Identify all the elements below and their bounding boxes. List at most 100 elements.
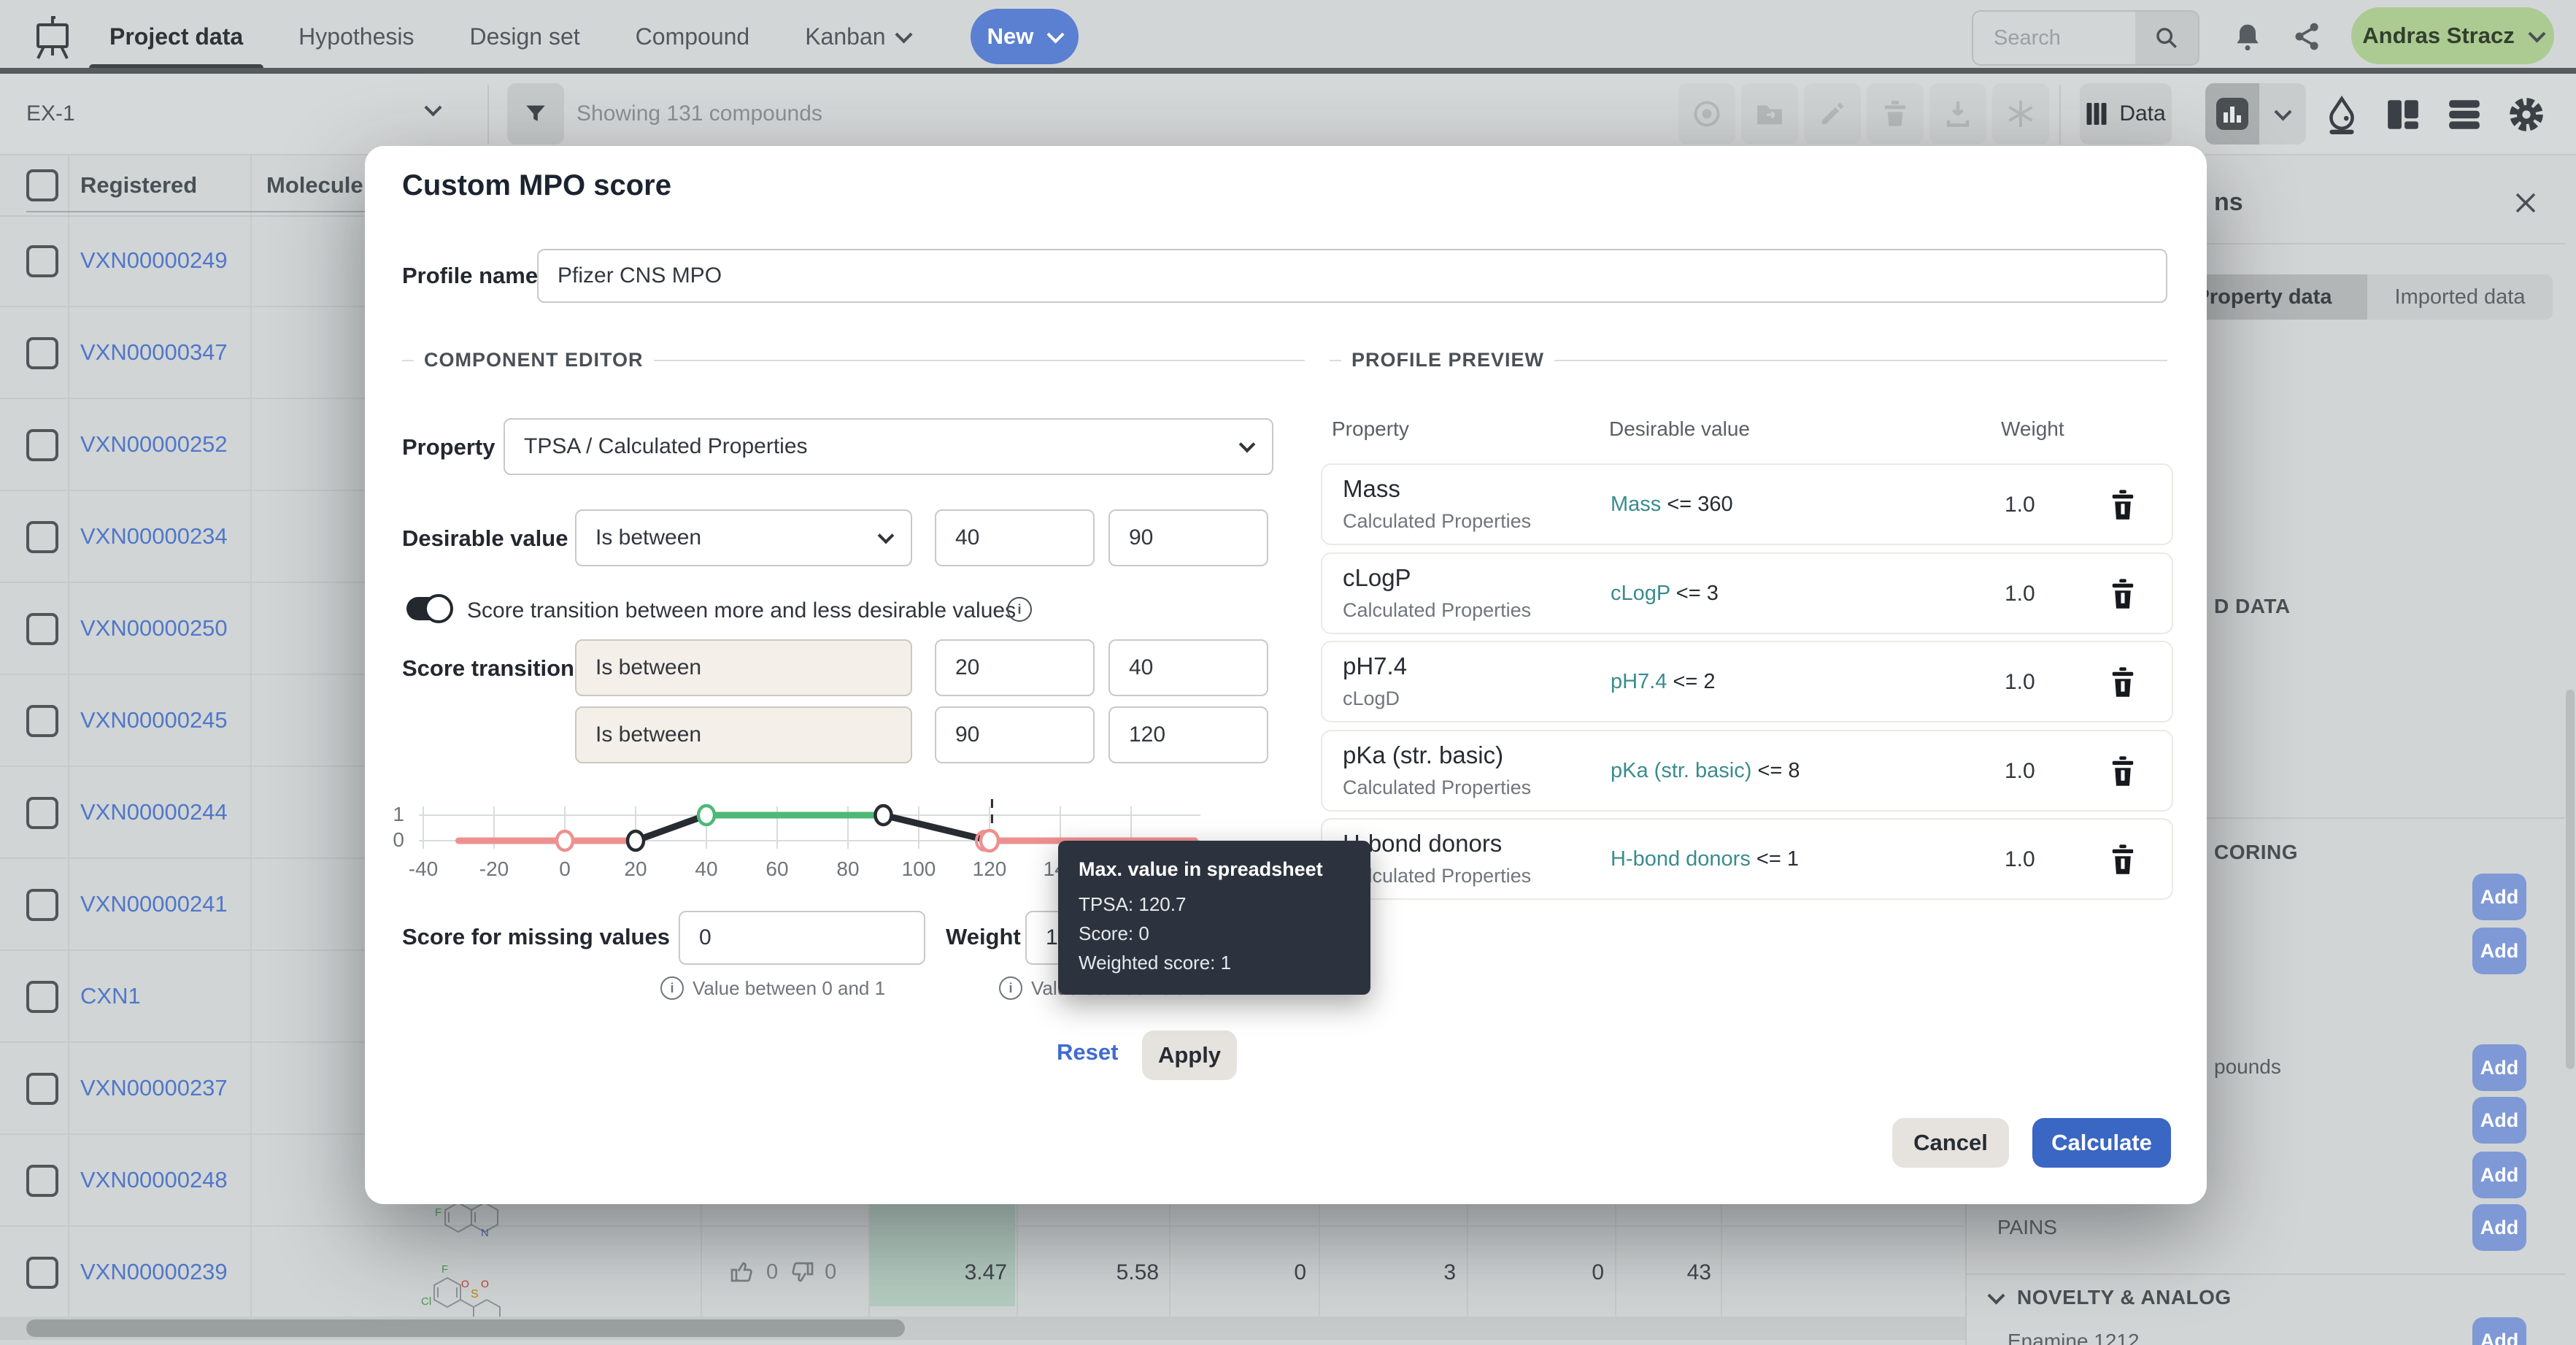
info-icon[interactable]: i: [1007, 597, 1032, 622]
compound-link[interactable]: CXN1: [80, 951, 141, 1041]
add-button[interactable]: Add: [2472, 874, 2526, 920]
move-folder-button[interactable]: [1741, 83, 1798, 144]
user-menu[interactable]: Andras Stracz: [2351, 7, 2554, 64]
horizontal-scrollbar-thumb[interactable]: [26, 1319, 905, 1337]
fill-color-icon[interactable]: [2324, 96, 2360, 135]
select-all-checkbox[interactable]: [26, 169, 58, 201]
chart-view-toggle[interactable]: [2205, 83, 2259, 144]
list-view-icon[interactable]: [2446, 97, 2483, 132]
add-button[interactable]: Add: [2472, 1317, 2526, 1345]
add-button[interactable]: Add: [2472, 1097, 2526, 1144]
column-header-molecule[interactable]: Molecule: [266, 155, 363, 215]
add-button[interactable]: Add: [2472, 1152, 2526, 1198]
desirable-op-select[interactable]: Is between: [575, 509, 912, 566]
compound-link[interactable]: VXN00000237: [80, 1043, 228, 1133]
thumbs-down-icon[interactable]: [788, 1259, 814, 1285]
tab-design-set[interactable]: Design set: [469, 0, 579, 74]
row-checkbox[interactable]: [26, 613, 58, 645]
row-checkbox[interactable]: [26, 521, 58, 553]
tab-hypothesis[interactable]: Hypothesis: [298, 0, 414, 74]
app-logo-icon[interactable]: [29, 15, 77, 61]
add-button[interactable]: Add: [2472, 1204, 2526, 1251]
compound-link[interactable]: VXN00000252: [80, 399, 228, 490]
remove-component-button[interactable]: [2109, 755, 2137, 792]
compound-link[interactable]: VXN00000249: [80, 215, 228, 306]
collapse-chevron-icon[interactable]: [1987, 1287, 2005, 1304]
notifications-bell-icon[interactable]: [2232, 20, 2264, 54]
remove-component-button[interactable]: [2109, 666, 2137, 703]
transition-max-input[interactable]: 40: [1108, 639, 1268, 696]
compound-link[interactable]: VXN00000248: [80, 1135, 228, 1225]
row-checkbox[interactable]: [26, 981, 58, 1013]
horizontal-scrollbar[interactable]: [0, 1317, 1965, 1340]
cancel-button[interactable]: Cancel: [1892, 1118, 2009, 1168]
share-icon[interactable]: [2291, 20, 2324, 53]
tab-imported-data[interactable]: Imported data: [2367, 274, 2553, 320]
row-checkbox[interactable]: [26, 889, 58, 921]
freeze-snowflake-button[interactable]: [1992, 83, 2049, 144]
row-checkbox[interactable]: [26, 1257, 58, 1289]
new-button[interactable]: New: [971, 9, 1079, 64]
column-layout-icon[interactable]: [2385, 97, 2421, 132]
edit-pencil-button[interactable]: [1804, 83, 1861, 144]
chart-view-dropdown[interactable]: [2259, 83, 2306, 144]
transition-op-select[interactable]: Is between: [575, 706, 912, 763]
compound-link[interactable]: VXN00000234: [80, 491, 228, 582]
delete-trash-icon[interactable]: [2109, 755, 2137, 788]
row-checkbox[interactable]: [26, 245, 58, 277]
filter-button[interactable]: [507, 83, 564, 144]
row-checkbox[interactable]: [26, 429, 58, 461]
transition-op-select[interactable]: Is between: [575, 639, 912, 696]
x-tick-label: 0: [536, 858, 594, 881]
property-select[interactable]: TPSA / Calculated Properties: [504, 418, 1273, 475]
tab-compound[interactable]: Compound: [636, 0, 750, 74]
delete-trash-icon[interactable]: [2109, 666, 2137, 699]
remove-component-button[interactable]: [2109, 843, 2137, 880]
compound-link[interactable]: VXN00000347: [80, 307, 228, 398]
delete-trash-button[interactable]: [1867, 83, 1924, 144]
transition-min-input[interactable]: 20: [935, 639, 1095, 696]
add-button[interactable]: Add: [2472, 1044, 2526, 1091]
add-button[interactable]: Add: [2472, 928, 2526, 974]
new-button-label: New: [987, 23, 1034, 50]
target-button[interactable]: [1678, 83, 1735, 144]
tab-project-data[interactable]: Project data: [109, 0, 243, 74]
section-header-novelty[interactable]: NOVELTY & ANALOG: [2017, 1286, 2232, 1309]
row-checkbox[interactable]: [26, 1073, 58, 1105]
apply-button[interactable]: Apply: [1142, 1030, 1237, 1080]
desirable-max-input[interactable]: 90: [1108, 509, 1268, 566]
data-view-button[interactable]: Data: [2080, 83, 2172, 144]
remove-component-button[interactable]: [2109, 577, 2137, 614]
row-checkbox[interactable]: [26, 337, 58, 369]
tab-kanban[interactable]: Kanban: [805, 0, 909, 74]
profile-name-input[interactable]: Pfizer CNS MPO: [537, 249, 2167, 303]
score-transition-toggle[interactable]: [406, 597, 449, 620]
compound-link[interactable]: VXN00000245: [80, 675, 228, 766]
compound-link[interactable]: VXN00000244: [80, 767, 228, 858]
delete-trash-icon[interactable]: [2109, 488, 2137, 522]
close-icon[interactable]: [2513, 190, 2538, 215]
search-input[interactable]: [1973, 12, 2153, 64]
delete-trash-icon[interactable]: [2109, 843, 2137, 876]
row-checkbox[interactable]: [26, 1165, 58, 1197]
remove-component-button[interactable]: [2109, 488, 2137, 525]
transition-max-input[interactable]: 120: [1108, 706, 1268, 763]
transition-min-input[interactable]: 90: [935, 706, 1095, 763]
thumbs-up-icon[interactable]: [730, 1259, 756, 1285]
row-checkbox[interactable]: [26, 705, 58, 737]
column-header-registered[interactable]: Registered: [80, 155, 197, 215]
missing-values-input[interactable]: 0: [679, 911, 925, 965]
dataset-select[interactable]: EX-1: [26, 74, 75, 154]
settings-gear-icon[interactable]: [2507, 96, 2545, 134]
download-button[interactable]: [1929, 83, 1986, 144]
reset-button[interactable]: Reset: [1057, 1039, 1118, 1065]
delete-trash-icon[interactable]: [2109, 577, 2137, 611]
desirable-min-input[interactable]: 40: [935, 509, 1095, 566]
calculate-button[interactable]: Calculate: [2032, 1118, 2171, 1168]
sidebar-scrollbar-thumb[interactable]: [2566, 690, 2575, 1069]
search-submit[interactable]: [2135, 12, 2198, 64]
row-checkbox[interactable]: [26, 797, 58, 829]
compound-link[interactable]: VXN00000250: [80, 583, 228, 674]
compound-link[interactable]: VXN00000241: [80, 859, 228, 949]
compound-link[interactable]: VXN00000239: [80, 1227, 228, 1317]
